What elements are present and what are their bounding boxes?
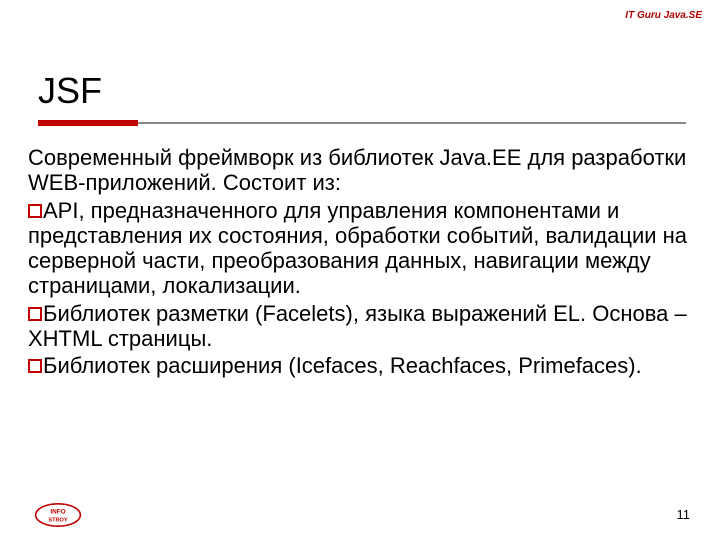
bullet-square-icon [28, 359, 42, 373]
rule-gray [138, 122, 686, 124]
bullet-text: Библиотек разметки (Facelets), языка выр… [28, 301, 687, 351]
slide-title: JSF [38, 70, 102, 112]
slide-content: Современный фреймворк из библиотек Java.… [28, 145, 696, 381]
bullet-item: Библиотек расширения (Icefaces, Reachfac… [28, 353, 696, 378]
page-number: 11 [677, 507, 691, 522]
svg-text:INFO: INFO [50, 508, 65, 515]
bullet-text: API, предназначенного для управления ком… [28, 198, 687, 299]
bullet-square-icon [28, 204, 42, 218]
svg-text:STROY: STROY [48, 517, 68, 523]
bullet-text: Библиотек расширения (Icefaces, Reachfac… [43, 353, 642, 378]
intro-text: Современный фреймворк из библиотек Java.… [28, 145, 696, 196]
title-rule [38, 120, 686, 126]
logo-icon: INFO STROY [34, 502, 82, 528]
bullet-square-icon [28, 307, 42, 321]
bullet-item: API, предназначенного для управления ком… [28, 198, 696, 299]
header-brand: IT Guru Java.SE [625, 10, 702, 21]
bullet-item: Библиотек разметки (Facelets), языка выр… [28, 301, 696, 352]
rule-accent [38, 120, 138, 126]
